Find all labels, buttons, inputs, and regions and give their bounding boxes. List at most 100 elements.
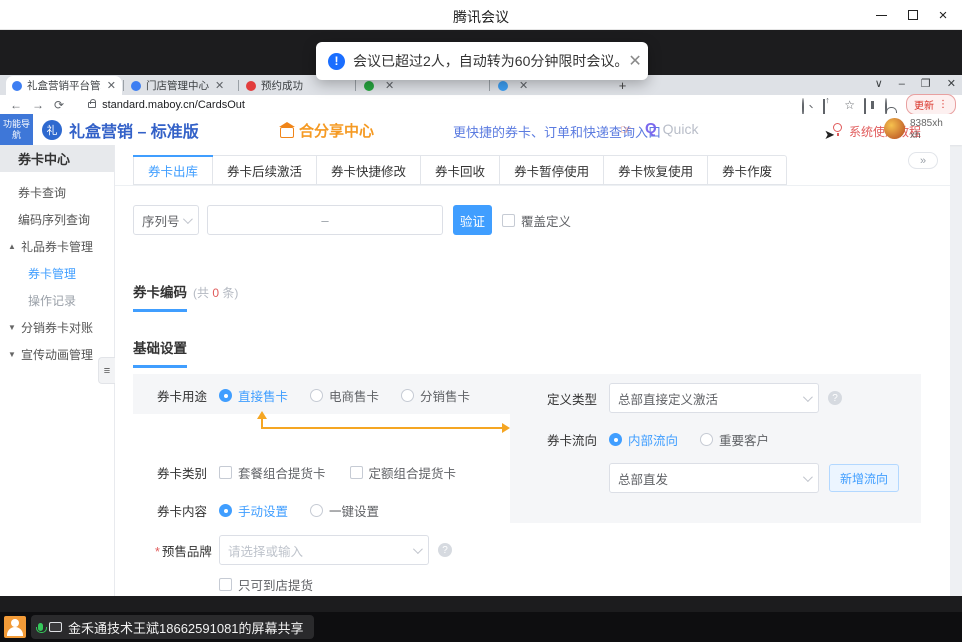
category-row: 券卡类别 套餐组合提货卡 定额组合提货卡: [155, 463, 456, 482]
tab-card-resume[interactable]: 券卡恢复使用: [604, 156, 708, 184]
sidebar-item-card-query[interactable]: 券卡查询: [0, 179, 114, 206]
tab-card-void[interactable]: 券卡作废: [708, 156, 786, 184]
browser-close-button[interactable]: ✕: [947, 77, 956, 90]
sharer-avatar: [4, 616, 26, 638]
sidebar-item-operation-log[interactable]: 操作记录: [0, 287, 114, 314]
browser-tab[interactable]: 礼盒营销平台管理中心 ✕: [6, 76, 122, 95]
user-name: 8385xh xh: [910, 118, 943, 141]
zoom-icon[interactable]: [802, 99, 814, 111]
usage-option-direct[interactable]: 直接售卡: [219, 386, 288, 405]
sidebar-item-promo-animation[interactable]: ▼ 宣传动画管理: [0, 341, 114, 368]
presale-brand-select[interactable]: 请选择或输入: [219, 535, 429, 565]
radio-off-icon: [310, 504, 323, 517]
toast-close-icon[interactable]: ✕: [628, 51, 641, 71]
serial-range-input[interactable]: –: [207, 205, 443, 235]
brand-logo-icon: 礼: [42, 120, 62, 140]
pickup-row: 只可到店提货: [219, 575, 313, 594]
content-option-oneclick[interactable]: 一键设置: [310, 501, 379, 520]
quick-search-box[interactable]: Q Quick: [645, 120, 698, 137]
radio-off-icon: [700, 433, 713, 446]
verify-button[interactable]: 验证: [453, 205, 492, 235]
tab-card-pause[interactable]: 券卡暂停使用: [500, 156, 604, 184]
browser-tab[interactable]: 门店管理中心 ✕: [125, 76, 237, 95]
serial-type-select[interactable]: 序列号: [133, 205, 199, 235]
category-checkbox-package[interactable]: 套餐组合提货卡: [219, 463, 326, 482]
screen-share-banner[interactable]: 金禾通技术王斌18662591081的屏幕共享: [31, 615, 314, 639]
override-define-checkbox[interactable]: 覆盖定义: [502, 211, 571, 230]
checkbox-icon: [502, 214, 515, 227]
tab-close-icon[interactable]: ✕: [519, 79, 528, 92]
tab-close-icon[interactable]: ✕: [215, 79, 224, 92]
reload-icon[interactable]: ⟳: [54, 98, 64, 112]
new-tab-button[interactable]: +: [615, 78, 630, 93]
window-minimize-button[interactable]: [872, 6, 890, 24]
sidebar-item-code-sequence-query[interactable]: 编码序列查询: [0, 206, 114, 233]
nav-toggle-button[interactable]: 功能导航: [0, 114, 33, 145]
sidebar: 券卡中心 券卡查询 编码序列查询 ▲ 礼品券卡管理 券卡管理 操作记录 ▼ 分销…: [0, 145, 115, 596]
close-icon: ×: [939, 8, 948, 23]
kebab-menu-icon: ⋮: [938, 99, 948, 110]
browser-maximize-button[interactable]: ❐: [921, 77, 931, 90]
browser-update-button[interactable]: 更新 ⋮: [906, 94, 956, 115]
sidebar-collapse-handle[interactable]: ≡: [98, 357, 115, 384]
warehouse-icon: [280, 127, 294, 138]
meeting-bottom-bar: 金禾通技术王斌18662591081的屏幕共享: [0, 612, 962, 642]
category-checkbox-fixed[interactable]: 定额组合提货卡: [350, 463, 457, 482]
usage-row: 券卡用途 直接售卡 电商售卡 分销售卡: [155, 386, 492, 405]
define-type-select[interactable]: 总部直接定义激活: [609, 383, 819, 413]
url-text[interactable]: standard.maboy.cn/CardsOut: [102, 99, 245, 111]
card-flow-row: 券卡流向 内部流向 重要客户: [545, 430, 791, 449]
flow-option-internal[interactable]: 内部流向: [609, 430, 678, 449]
tab-followup-activate[interactable]: 券卡后续激活: [213, 156, 317, 184]
search-placeholder: Quick: [663, 121, 699, 137]
share-icon[interactable]: [823, 99, 835, 111]
search-icon: Q: [645, 120, 657, 137]
webpage: 功能导航 礼 礼盒营销 – 标准版 合分享中心 更快捷的券卡、订单和快递查询入口…: [0, 114, 962, 596]
back-icon[interactable]: ←: [10, 98, 22, 112]
content-option-manual[interactable]: 手动设置: [219, 501, 288, 520]
flow-option-vip[interactable]: 重要客户: [700, 430, 769, 449]
pointing-finger-icon: ☞: [620, 122, 632, 138]
window-close-button[interactable]: ×: [934, 6, 952, 24]
chevron-down-icon: [413, 544, 423, 554]
usage-option-distribution[interactable]: 分销售卡: [401, 386, 470, 405]
serial-row: 序列号 – 验证 覆盖定义: [133, 205, 571, 235]
browser-minimize-button[interactable]: –: [899, 78, 905, 90]
window-maximize-button[interactable]: [904, 6, 922, 24]
radio-on-icon: [609, 433, 622, 446]
store-pickup-checkbox[interactable]: 只可到店提货: [219, 575, 313, 594]
profile-icon[interactable]: [885, 99, 897, 111]
sidebar-item-gift-card-management[interactable]: ▲ 礼品券卡管理: [0, 233, 114, 260]
sidebar-item-distribution-reconcile[interactable]: ▼ 分销券卡对账: [0, 314, 114, 341]
help-icon[interactable]: ?: [438, 543, 452, 557]
tab-quick-modify[interactable]: 券卡快捷修改: [317, 156, 421, 184]
tab-close-icon[interactable]: ✕: [385, 79, 394, 92]
share-center-link[interactable]: 合分享中心: [280, 120, 374, 141]
flow-target-select[interactable]: 总部直发: [609, 463, 819, 493]
tab-favicon: [246, 81, 256, 91]
screen-share-icon: [49, 622, 62, 632]
panel-expander-button[interactable]: »: [908, 152, 938, 169]
bookmark-star-icon[interactable]: ☆: [844, 99, 855, 111]
tab-card-outbound[interactable]: 券卡出库: [134, 156, 213, 184]
sidebar-item-card-management[interactable]: 券卡管理: [0, 260, 114, 287]
usage-option-ecommerce[interactable]: 电商售卡: [310, 386, 379, 405]
radio-off-icon: [310, 389, 323, 402]
chevron-down-icon: [803, 392, 813, 402]
radio-off-icon: [401, 389, 414, 402]
add-flow-button[interactable]: 新增流向: [829, 464, 899, 492]
help-icon[interactable]: ?: [828, 391, 842, 405]
meeting-titlebar: 腾讯会议 ×: [0, 0, 962, 30]
side-panel-icon[interactable]: [864, 99, 876, 111]
tab-close-icon[interactable]: ✕: [107, 79, 116, 92]
tab-card-recycle[interactable]: 券卡回收: [421, 156, 500, 184]
chevron-down-icon: [183, 214, 193, 224]
forward-icon[interactable]: →: [32, 98, 44, 112]
lock-icon[interactable]: [88, 102, 96, 108]
app-header: 功能导航 礼 礼盒营销 – 标准版 合分享中心 更快捷的券卡、订单和快递查询入口…: [0, 114, 962, 145]
tab-favicon: [498, 81, 508, 91]
tab-search-icon[interactable]: ∨: [875, 77, 883, 90]
tab-favicon: [12, 81, 22, 91]
user-avatar[interactable]: [884, 118, 905, 139]
screenshot-root: 腾讯会议 × 礼盒营销平台管理中心 ✕ 门店管理中心 ✕ 预约成功 ✕: [0, 0, 962, 642]
